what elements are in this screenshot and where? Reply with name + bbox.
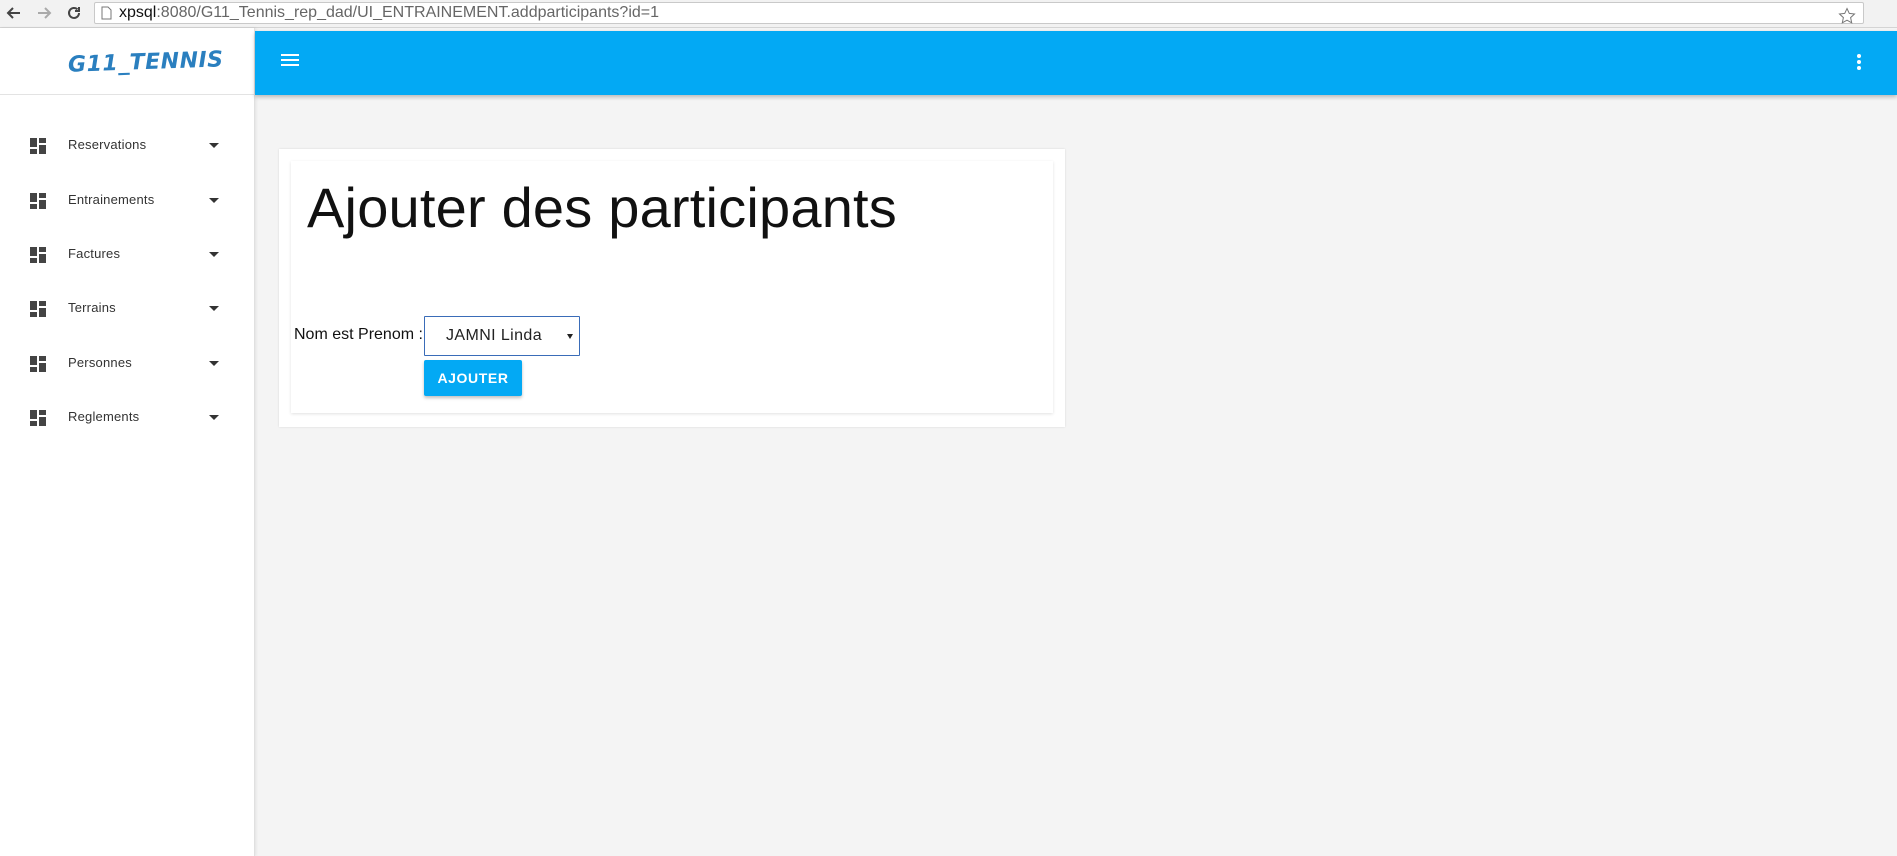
content-card: Ajouter des participants Nom est Prenom …: [279, 149, 1065, 427]
sidebar-item-label: Personnes: [68, 355, 132, 370]
sidebar: G11_TENNIS Reservations Entrainements Fa…: [0, 28, 255, 856]
sidebar-item-terrains[interactable]: Terrains: [0, 287, 254, 331]
more-vert-icon[interactable]: [1857, 54, 1861, 72]
app-logo[interactable]: G11_TENNIS: [68, 47, 224, 77]
url-text: xpsql:8080/G11_Tennis_rep_dad/UI_ENTRAIN…: [119, 4, 660, 21]
back-arrow-icon[interactable]: [4, 3, 24, 23]
logo-area: G11_TENNIS: [0, 28, 254, 95]
sidebar-item-reglements[interactable]: Reglements: [0, 396, 254, 440]
caret-down-icon: [209, 143, 219, 148]
sidebar-item-label: Reservations: [68, 137, 147, 152]
dropdown-arrow-icon: [567, 334, 573, 339]
page-icon: [101, 6, 112, 26]
participant-label: Nom est Prenom :: [294, 326, 423, 343]
reload-icon[interactable]: [64, 3, 84, 23]
hamburger-icon[interactable]: [281, 54, 301, 70]
page-title: Ajouter des participants: [307, 176, 898, 239]
caret-down-icon: [209, 252, 219, 257]
sidebar-item-label: Reglements: [68, 409, 140, 424]
dashboard-icon: [30, 247, 46, 263]
dashboard-icon: [30, 138, 46, 154]
sidebar-item-entrainements[interactable]: Entrainements: [0, 179, 254, 223]
address-bar[interactable]: xpsql:8080/G11_Tennis_rep_dad/UI_ENTRAIN…: [94, 2, 1864, 24]
bookmark-star-icon[interactable]: [1837, 6, 1857, 26]
caret-down-icon: [209, 415, 219, 420]
dashboard-icon: [30, 410, 46, 426]
sidebar-item-reservations[interactable]: Reservations: [0, 124, 254, 168]
forward-arrow-icon[interactable]: [34, 3, 54, 23]
sidebar-item-personnes[interactable]: Personnes: [0, 342, 254, 386]
dashboard-icon: [30, 301, 46, 317]
sidebar-item-label: Entrainements: [68, 192, 155, 207]
form-panel: Ajouter des participants Nom est Prenom …: [291, 161, 1053, 413]
add-participant-button[interactable]: AJOUTER: [424, 360, 522, 396]
dashboard-icon: [30, 356, 46, 372]
app-header: [255, 31, 1897, 95]
sidebar-item-label: Factures: [68, 246, 121, 261]
sidebar-item-label: Terrains: [68, 300, 116, 315]
browser-toolbar: xpsql:8080/G11_Tennis_rep_dad/UI_ENTRAIN…: [0, 0, 1897, 28]
participant-select[interactable]: JAMNI Linda: [424, 316, 580, 356]
caret-down-icon: [209, 361, 219, 366]
selected-participant: JAMNI Linda: [446, 327, 542, 344]
sidebar-item-factures[interactable]: Factures: [0, 233, 254, 277]
caret-down-icon: [209, 306, 219, 311]
caret-down-icon: [209, 198, 219, 203]
dashboard-icon: [30, 193, 46, 209]
